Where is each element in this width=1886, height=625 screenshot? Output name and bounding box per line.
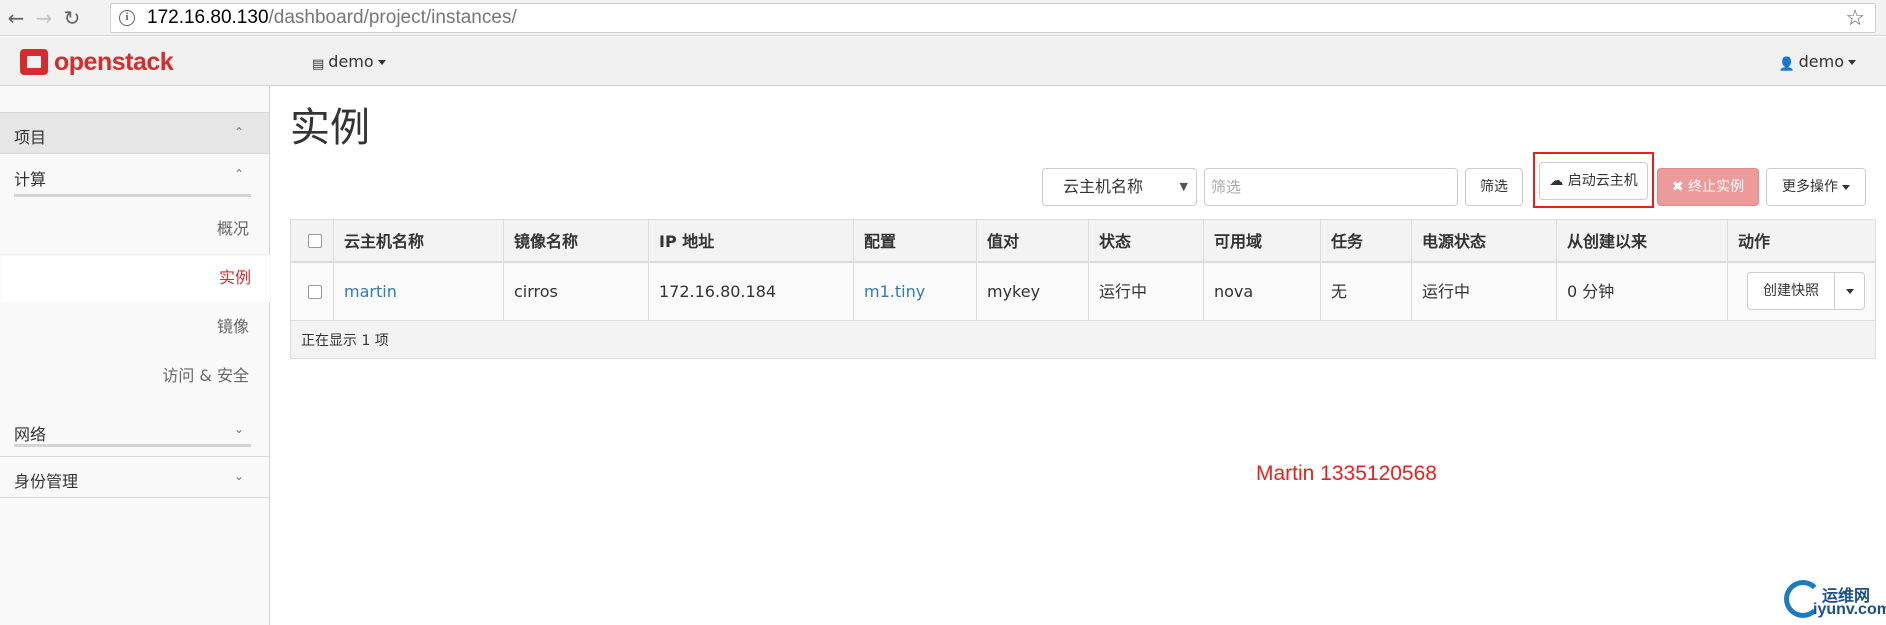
table-row: martin cirros 172.16.80.184 m1.tiny myke… [291, 263, 1875, 321]
launch-instance-label: 启动云主机 [1567, 173, 1638, 189]
terminate-label: 终止实例 [1688, 179, 1745, 195]
item-count: 正在显示 1 项 [301, 333, 389, 349]
table-footer: 正在显示 1 项 [291, 321, 1875, 358]
column-header-power[interactable]: 电源状态 [1412, 220, 1557, 261]
sidebar-section-label: 项目 [14, 128, 47, 147]
sidebar-section-label: 网络 [14, 425, 47, 444]
sidebar-section-label: 计算 [14, 170, 47, 189]
section-divider [14, 194, 251, 197]
select-caret-icon: ▼ [1179, 180, 1188, 193]
logo-text: openstack [54, 47, 174, 76]
row-checkbox[interactable] [308, 284, 322, 299]
project-switcher[interactable]: ▤ demo [312, 52, 386, 72]
table-header: 云主机名称 镜像名称 IP 地址 配置 值对 状态 可用域 任务 电源状态 从创… [291, 220, 1875, 263]
filter-field-value: 云主机名称 [1063, 177, 1144, 196]
top-navbar: openstack ▤ demo 👤 demo [0, 37, 1886, 86]
cell-age: 0 分钟 [1557, 263, 1728, 320]
terminate-instances-button[interactable]: ✖ 终止实例 [1657, 168, 1759, 206]
sidebar: 项目 ⌃ 计算 ⌃ 概况 实例 镜像 访问 & 安全 网络 ⌄ 身份管理 ⌄ [0, 86, 271, 625]
watermark-en: iyunv.com [1813, 601, 1886, 618]
sidebar-section-project[interactable]: 项目 ⌃ [0, 112, 269, 154]
cell-task: 无 [1321, 263, 1412, 320]
info-icon[interactable]: i [119, 10, 135, 26]
reload-button[interactable]: ↻ [60, 6, 84, 30]
filter-button[interactable]: 筛选 [1465, 168, 1523, 206]
close-icon: ✖ [1671, 179, 1684, 195]
instances-table: 云主机名称 镜像名称 IP 地址 配置 值对 状态 可用域 任务 电源状态 从创… [290, 219, 1876, 359]
column-header-image[interactable]: 镜像名称 [504, 220, 649, 261]
url-path: /dashboard/project/instances/ [268, 7, 517, 28]
column-header-ip[interactable]: IP 地址 [649, 220, 854, 261]
caret-down-icon [377, 60, 386, 65]
section-divider [14, 444, 251, 447]
sidebar-item-instances[interactable]: 实例 [0, 254, 271, 302]
row-actions-dropdown[interactable] [1834, 272, 1865, 310]
url-text[interactable]: 172.16.80.130/dashboard/project/instance… [147, 4, 517, 32]
sidebar-section-identity[interactable]: 身份管理 ⌄ [0, 456, 269, 498]
reload-icon: ↻ [63, 6, 81, 30]
forward-button[interactable]: → [32, 6, 56, 30]
chevron-up-icon: ⌃ [233, 167, 244, 181]
back-button[interactable]: ← [4, 6, 28, 30]
launch-instance-highlight: ☁ 启动云主机 [1533, 152, 1654, 208]
user-menu[interactable]: 👤 demo [1778, 52, 1856, 72]
row-select-cell [291, 263, 334, 320]
filter-input[interactable] [1204, 168, 1458, 206]
sidebar-item-images[interactable]: 镜像 [0, 303, 269, 351]
chevron-down-icon: ⌄ [233, 422, 244, 436]
sidebar-section-compute[interactable]: 计算 ⌃ [0, 154, 269, 196]
more-actions-button[interactable]: 更多操作 [1766, 168, 1866, 206]
cell-image: cirros [504, 263, 649, 320]
cell-zone: nova [1204, 263, 1321, 320]
user-name: demo [1798, 52, 1844, 71]
page-title: 实例 [290, 105, 370, 151]
sidebar-item-overview[interactable]: 概况 [0, 205, 269, 253]
column-header-zone[interactable]: 可用域 [1204, 220, 1321, 261]
openstack-logo-icon [20, 49, 48, 75]
cloud-upload-icon: ☁ [1549, 173, 1564, 189]
user-icon: 👤 [1778, 57, 1795, 72]
select-all-checkbox[interactable] [308, 233, 322, 248]
sidebar-item-access-security[interactable]: 访问 & 安全 [0, 352, 269, 400]
caret-down-icon [1848, 60, 1856, 65]
sidebar-section-label: 身份管理 [14, 472, 79, 491]
select-all-cell [291, 220, 334, 261]
cell-ip: 172.16.80.184 [649, 263, 854, 320]
address-bar[interactable]: i 172.16.80.130/dashboard/project/instan… [110, 3, 1876, 33]
caret-down-icon [1842, 184, 1850, 190]
column-header-actions: 动作 [1738, 232, 1771, 251]
caret-down-icon [1846, 289, 1854, 294]
site-watermark-logo: 运维网 iyunv.com [1780, 574, 1886, 625]
flavor-link[interactable]: m1.tiny [864, 282, 925, 301]
chevron-up-icon: ⌃ [233, 125, 244, 139]
cell-name: martin [334, 263, 504, 320]
column-header-name[interactable]: 云主机名称 [334, 220, 504, 261]
forward-arrow-icon: → [35, 6, 53, 30]
column-header-age[interactable]: 从创建以来 [1557, 220, 1728, 261]
url-host: 172.16.80.130 [147, 7, 269, 28]
back-arrow-icon: ← [7, 6, 25, 30]
more-actions-label: 更多操作 [1782, 179, 1838, 195]
watermark-text: Martin 1335120568 [1256, 462, 1437, 485]
cell-keypair: mykey [977, 263, 1089, 320]
column-header-flavor[interactable]: 配置 [854, 220, 977, 261]
chevron-down-icon: ⌄ [233, 469, 244, 483]
instance-name-link[interactable]: martin [344, 282, 397, 301]
filter-field-select[interactable]: 云主机名称 ▼ [1042, 168, 1197, 206]
column-header-status[interactable]: 状态 [1089, 220, 1204, 261]
column-header-task[interactable]: 任务 [1321, 220, 1412, 261]
cell-flavor: m1.tiny [854, 263, 977, 320]
cell-status: 运行中 [1089, 263, 1204, 320]
browser-toolbar: ← → ↻ i 172.16.80.130/dashboard/project/… [0, 0, 1886, 36]
row-action-group: 创建快照 [1747, 272, 1867, 310]
project-name: demo [328, 52, 374, 71]
launch-instance-button[interactable]: ☁ 启动云主机 [1539, 162, 1648, 200]
openstack-logo[interactable]: openstack [20, 47, 174, 76]
create-snapshot-button[interactable]: 创建快照 [1747, 272, 1835, 310]
bookmark-star-icon[interactable]: ☆ [1845, 4, 1865, 32]
cell-power-state: 运行中 [1412, 263, 1557, 320]
project-icon: ▤ [312, 57, 325, 72]
column-header-keypair[interactable]: 值对 [977, 220, 1089, 261]
